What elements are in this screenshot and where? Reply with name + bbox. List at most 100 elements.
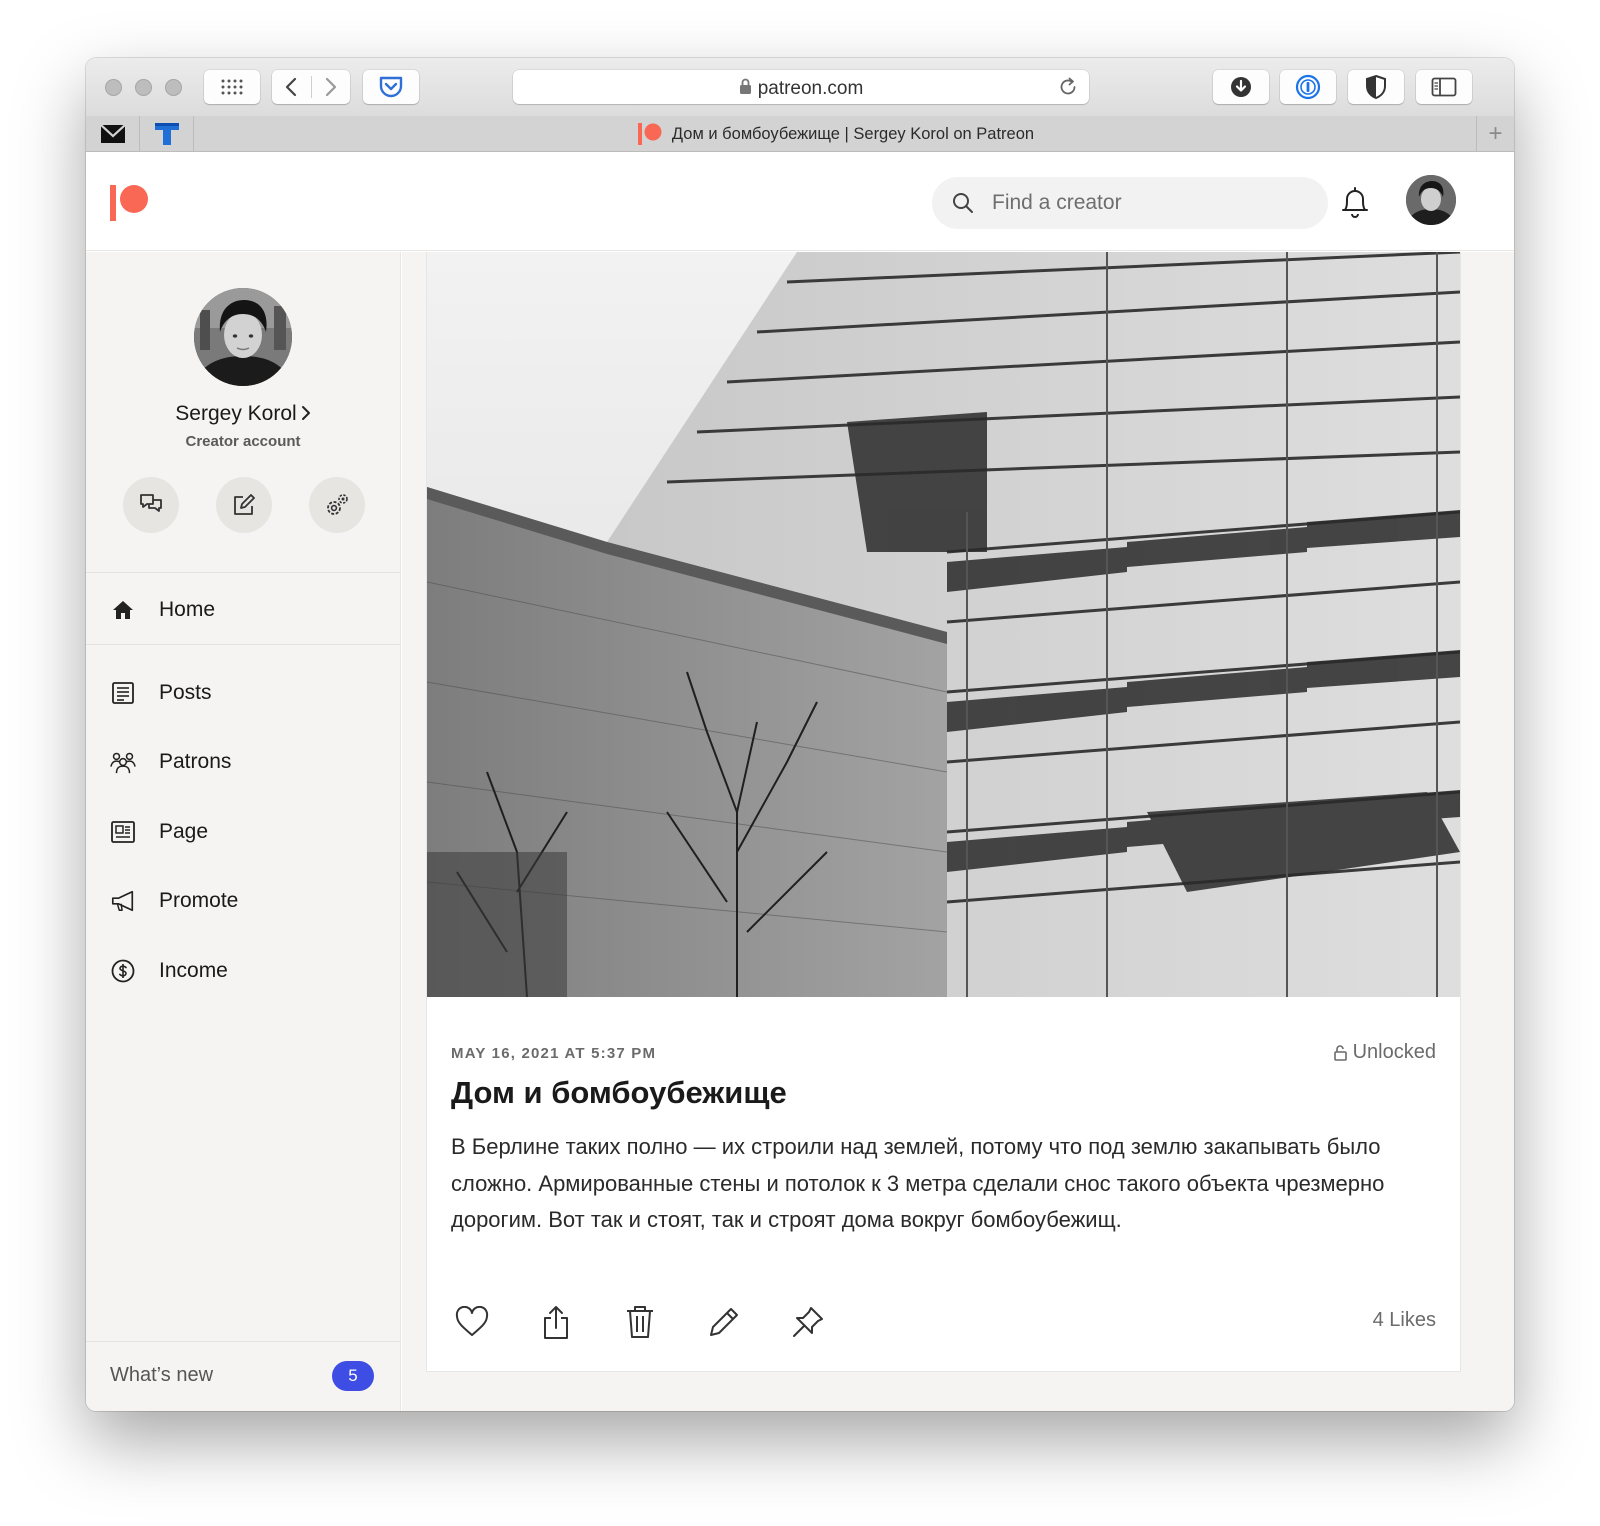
- lock-icon: [739, 78, 751, 94]
- reload-icon[interactable]: [1057, 76, 1079, 98]
- sidebar-divider: [86, 644, 400, 645]
- plus-icon: +: [1488, 120, 1503, 147]
- like-button[interactable]: [447, 1297, 497, 1347]
- downloads-button[interactable]: [1213, 70, 1269, 104]
- t-icon: [154, 123, 179, 145]
- delete-icon: [627, 1306, 653, 1338]
- creator-name: Sergey Korol: [175, 402, 297, 425]
- sidebar-icon: [1431, 77, 1457, 97]
- pocket-button[interactable]: [363, 70, 419, 104]
- nav-buttons: [272, 70, 350, 104]
- url-text: patreon.com: [757, 78, 864, 99]
- megaphone-icon: [110, 888, 136, 914]
- creator-portrait: [194, 288, 292, 386]
- share-button[interactable]: [531, 1297, 581, 1347]
- search-icon: [953, 193, 973, 213]
- unlock-icon: [1333, 1044, 1347, 1061]
- chevron-right-icon: [301, 406, 310, 420]
- messages-button[interactable]: [123, 477, 179, 533]
- tab-overview-button[interactable]: [204, 70, 260, 104]
- pinned-tab-mail[interactable]: [86, 116, 140, 152]
- sidebar-item-label: Posts: [159, 681, 212, 704]
- building-photo: [427, 252, 1460, 997]
- tab-title-text: Дом и бомбоубежище | Sergey Korol on Pat…: [671, 124, 1035, 143]
- site-header: [86, 153, 1514, 251]
- logo-dot: [120, 185, 148, 213]
- post-image[interactable]: [427, 252, 1460, 997]
- patrons-icon: [110, 749, 136, 775]
- minimize-window-button[interactable]: [135, 79, 152, 96]
- page-icon: [110, 819, 136, 845]
- creator-avatar[interactable]: [194, 288, 292, 386]
- whats-new-button[interactable]: What’s new 5: [86, 1341, 400, 1411]
- sidebar-item-income[interactable]: Income: [86, 941, 400, 1001]
- post-actions: 4 Likes: [427, 1297, 1460, 1357]
- pinned-tab-t[interactable]: [140, 116, 194, 152]
- avatar-portrait: [1406, 175, 1456, 225]
- sidebar-item-home[interactable]: Home: [86, 580, 400, 640]
- main-content: MAY 16, 2021 AT 5:37 PM Unlocked Дом и б…: [402, 252, 1514, 1411]
- privacy-button[interactable]: [1348, 70, 1404, 104]
- active-tab[interactable]: Дом и бомбоубежище | Sergey Korol on Pat…: [196, 116, 1476, 152]
- sidebar-item-label: Home: [159, 598, 216, 621]
- share-icon: [544, 1306, 568, 1339]
- post-text: В Берлине таких полно — их строили над з…: [451, 1134, 1385, 1232]
- address-bar[interactable]: patreon.com: [513, 70, 1089, 104]
- home-icon: [110, 597, 136, 623]
- post-date: MAY 16, 2021 AT 5:37 PM: [451, 1045, 657, 1062]
- forward-icon[interactable]: [311, 70, 350, 104]
- shield-icon: [1366, 74, 1386, 100]
- address-url: patreon.com: [513, 78, 1089, 100]
- whats-new-label: What’s new: [110, 1364, 214, 1386]
- likes-count[interactable]: 4 Likes: [1373, 1309, 1436, 1332]
- patreon-favicon-icon: [637, 123, 662, 145]
- pin-button[interactable]: [783, 1297, 833, 1347]
- password-manager-button[interactable]: [1280, 70, 1336, 104]
- new-tab-button[interactable]: +: [1476, 116, 1514, 152]
- sidebar-item-page[interactable]: Page: [86, 802, 400, 862]
- sidebar-item-patrons[interactable]: Patrons: [86, 732, 400, 792]
- delete-button[interactable]: [615, 1297, 665, 1347]
- edit-icon: [234, 494, 255, 515]
- search-input[interactable]: [992, 177, 1312, 229]
- tab-bar: Дом и бомбоубежище | Sergey Korol on Pat…: [86, 116, 1514, 152]
- new-post-button[interactable]: [216, 477, 272, 533]
- settings-button[interactable]: [309, 477, 365, 533]
- back-icon[interactable]: [272, 70, 311, 104]
- post-title[interactable]: Дом и бомбоубежище: [451, 1075, 787, 1111]
- notification-count-badge: 5: [332, 1361, 374, 1391]
- zoom-window-button[interactable]: [165, 79, 182, 96]
- sidebar-item-label: Promote: [159, 889, 239, 912]
- grid-icon: [221, 79, 243, 95]
- sidebar-item-label: Income: [159, 959, 228, 982]
- dollar-icon: [110, 958, 136, 984]
- access-label: Unlocked: [1352, 1041, 1436, 1063]
- pocket-icon: [379, 76, 403, 98]
- sidebar-item-label: Patrons: [159, 750, 232, 773]
- account-type: Creator account: [185, 433, 301, 450]
- edit-icon: [710, 1308, 738, 1336]
- close-window-button[interactable]: [105, 79, 122, 96]
- pin-icon: [793, 1307, 823, 1337]
- sidebar-item-label: Page: [159, 820, 209, 843]
- creator-name-link[interactable]: Sergey Korol: [86, 402, 400, 426]
- avatar[interactable]: [1406, 175, 1456, 225]
- logo-bar: [110, 185, 116, 221]
- messages-icon: [140, 494, 162, 512]
- sidebar-toggle-button[interactable]: [1416, 70, 1472, 104]
- nav-divider: [311, 76, 312, 98]
- settings-icon: [327, 494, 348, 515]
- browser-toolbar: patreon.com: [86, 58, 1514, 116]
- browser-window: patreon.com Дом и бомбоубежище | Sergey …: [86, 58, 1514, 1411]
- patreon-logo[interactable]: [110, 185, 150, 221]
- bell-icon[interactable]: [1339, 185, 1371, 219]
- password-manager-icon: [1295, 74, 1321, 100]
- search-box: [932, 177, 1328, 229]
- sidebar-item-posts[interactable]: Posts: [86, 663, 400, 723]
- access-status: Unlocked: [1333, 1041, 1436, 1064]
- posts-icon: [110, 680, 136, 706]
- post-card: MAY 16, 2021 AT 5:37 PM Unlocked Дом и б…: [426, 252, 1461, 1372]
- edit-post-button[interactable]: [699, 1297, 749, 1347]
- sidebar-item-promote[interactable]: Promote: [86, 871, 400, 931]
- download-icon: [1231, 77, 1251, 97]
